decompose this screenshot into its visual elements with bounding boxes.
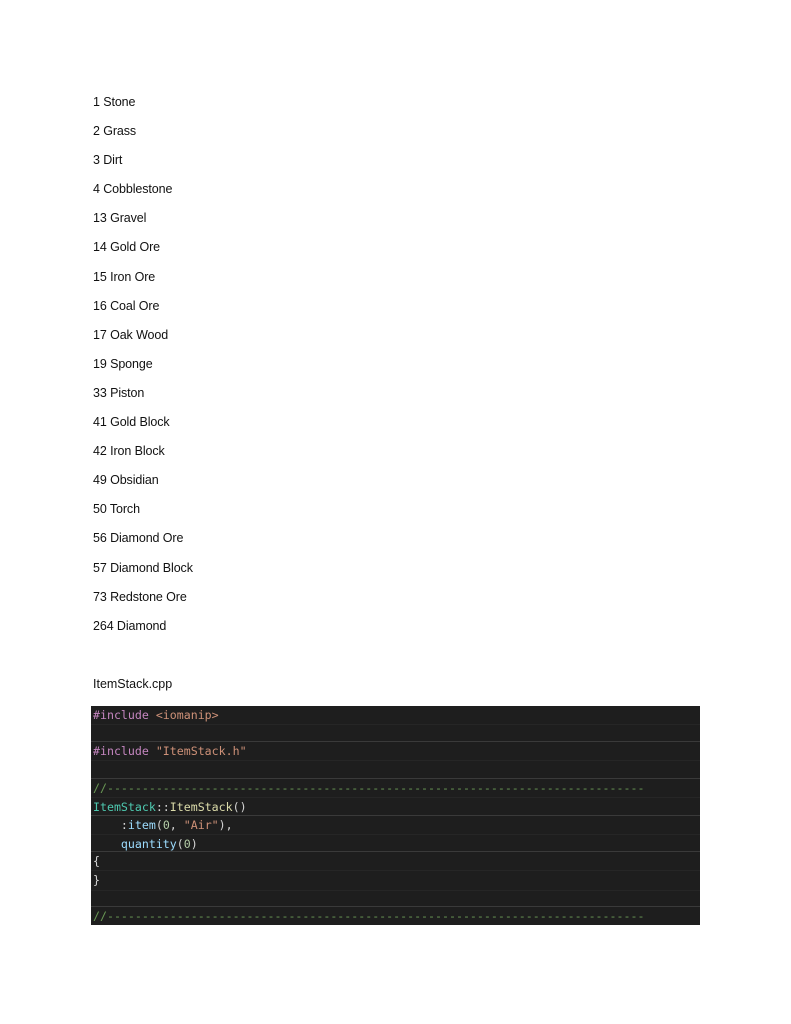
separator-comment: //--------------------------------------… [93, 781, 645, 795]
number-literal: 0 [183, 837, 191, 852]
list-item: 16 Coal Ore [93, 298, 160, 313]
paren-close: ), [218, 818, 233, 832]
code-line: { [91, 852, 700, 872]
code-line: ItemStack::ItemStack() [91, 798, 700, 816]
list-item: 2 Grass [93, 124, 137, 139]
code-line: #include "ItemStack.h" [91, 742, 700, 762]
list-item: 56 Diamond Ore [93, 531, 184, 546]
initializer-colon: : [120, 818, 128, 832]
include-target: <iomanip> [148, 708, 219, 722]
member-name: item [127, 818, 156, 832]
list-item: 19 Sponge [93, 356, 153, 371]
paren-close: ) [190, 837, 198, 852]
list-item: 57 Diamond Block [93, 560, 193, 575]
list-item: 1 Stone [93, 95, 136, 109]
list-item: 42 Iron Block [93, 444, 165, 459]
code-line: #include <iomanip> [91, 706, 700, 726]
list-item: 3 Dirt [93, 153, 123, 168]
code-line: :item(0, "Air"), [91, 816, 700, 836]
include-target: "ItemStack.h" [148, 744, 247, 758]
separator-comment: //--------------------------------------… [93, 909, 645, 923]
list-item: 33 Piston [93, 385, 145, 400]
code-row-include-iomanip: #include <iomanip> [91, 706, 700, 744]
comma: , [169, 818, 184, 832]
code-row-separator: //--------------------------------------… [91, 906, 700, 925]
list-item: 4 Cobblestone [93, 182, 173, 197]
list-item: 15 Iron Ore [93, 269, 156, 284]
preprocessor-directive: #include [93, 708, 149, 722]
list-item: 264 Diamond [93, 618, 167, 633]
list-item: 41 Gold Block [93, 415, 170, 430]
brace-open: { [93, 854, 100, 868]
code-row-initializers: :item(0, "Air"), quantity(0) [91, 815, 700, 854]
code-row-body: { } [91, 851, 700, 909]
paren-open: ( [155, 818, 163, 832]
code-line: //--------------------------------------… [91, 779, 700, 799]
code-line: //--------------------------------------… [91, 907, 700, 925]
item-id-list: 1 Stone 2 Grass 3 Dirt 4 Cobblestone 13 … [93, 94, 193, 647]
list-item: 17 Oak Wood [93, 327, 169, 342]
brace-close: } [93, 873, 100, 888]
code-row-include-header: #include "ItemStack.h" [91, 741, 700, 780]
parens: () [232, 800, 247, 815]
list-item: 14 Gold Ore [93, 240, 160, 255]
list-item: 50 Torch [93, 502, 140, 517]
constructor-name: ItemStack [169, 800, 233, 815]
list-item: 49 Obsidian [93, 473, 159, 488]
string-literal: "Air" [183, 818, 219, 832]
list-item: 73 Redstone Ore [93, 589, 187, 604]
list-item: 13 Gravel [93, 211, 147, 226]
class-name: ItemStack [93, 800, 156, 815]
scope-operator: :: [155, 800, 170, 815]
member-name: quantity [120, 837, 177, 852]
file-title: ItemStack.cpp [93, 677, 173, 691]
code-block: #include <iomanip> #include "ItemStack.h… [91, 706, 700, 925]
paren-open: ( [176, 837, 184, 852]
code-line: } [91, 871, 700, 891]
preprocessor-directive: #include [93, 744, 149, 758]
code-row-constructor: //--------------------------------------… [91, 778, 700, 817]
number-literal: 0 [162, 818, 170, 832]
